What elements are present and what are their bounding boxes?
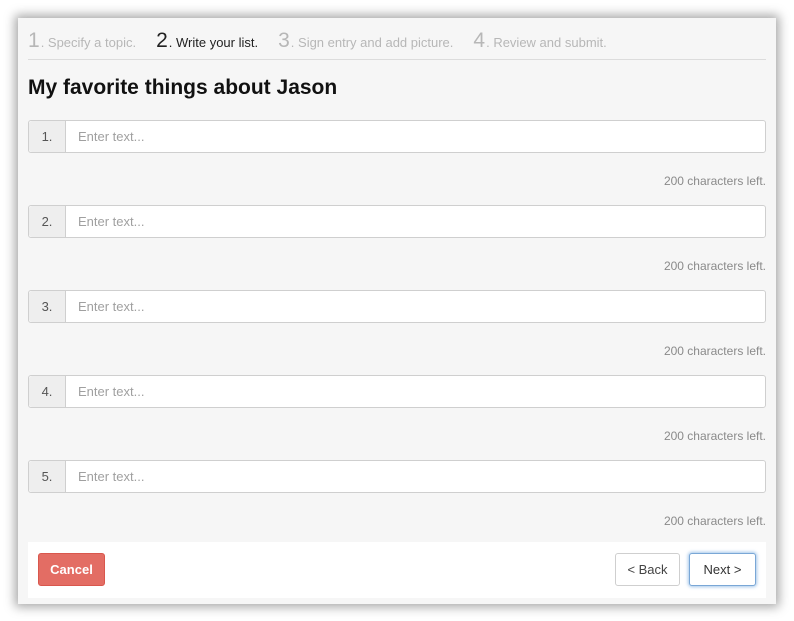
page-title: My favorite things about Jason: [28, 76, 338, 99]
list-item-number: 2.: [29, 206, 66, 237]
step-sign-entry: 3 . Sign entry and add picture.: [278, 29, 453, 53]
step-label: . Write your list.: [168, 35, 259, 50]
list-item-number: 5.: [29, 461, 66, 492]
list-item-input[interactable]: [66, 461, 765, 492]
cancel-button[interactable]: Cancel: [38, 553, 105, 586]
characters-left-counter: 200 characters left.: [663, 344, 766, 358]
step-label: . Sign entry and add picture.: [290, 35, 454, 50]
list-item-input[interactable]: [66, 206, 765, 237]
step-label: . Specify a topic.: [40, 35, 137, 50]
list-items: 1. 200 characters left. 2. 200 character…: [28, 120, 766, 545]
list-item-input[interactable]: [66, 376, 765, 407]
step-write-list: 2 . Write your list.: [156, 29, 258, 53]
step-number: 3: [278, 29, 290, 52]
list-item-input[interactable]: [66, 121, 765, 152]
list-item-input-group: 3.: [28, 290, 766, 323]
list-item-input-group: 2.: [28, 205, 766, 238]
list-item: 3. 200 characters left.: [28, 290, 766, 375]
step-label: . Review and submit.: [486, 35, 607, 50]
list-item: 1. 200 characters left.: [28, 120, 766, 205]
list-item-input-group: 4.: [28, 375, 766, 408]
list-item-number: 1.: [29, 121, 66, 152]
list-item: 4. 200 characters left.: [28, 375, 766, 460]
list-item-input[interactable]: [66, 291, 765, 322]
step-review-submit: 4 . Review and submit.: [473, 29, 606, 53]
step-number: 2: [156, 29, 168, 52]
list-item-number: 3.: [29, 291, 66, 322]
list-item-number: 4.: [29, 376, 66, 407]
step-specify-topic: 1 . Specify a topic.: [28, 29, 136, 53]
characters-left-counter: 200 characters left.: [663, 514, 766, 528]
wizard-steps: 1 . Specify a topic. 2 . Write your list…: [28, 29, 766, 60]
list-item: 2. 200 characters left.: [28, 205, 766, 290]
characters-left-counter: 200 characters left.: [663, 259, 766, 273]
footer-bar: Cancel < Back Next >: [28, 542, 766, 598]
back-button[interactable]: < Back: [615, 553, 680, 586]
list-item-input-group: 1.: [28, 120, 766, 153]
step-number: 4: [473, 29, 486, 52]
characters-left-counter: 200 characters left.: [663, 429, 766, 443]
wizard-window: 1 . Specify a topic. 2 . Write your list…: [18, 18, 776, 604]
step-number: 1: [28, 29, 40, 52]
list-item: 5. 200 characters left.: [28, 460, 766, 545]
next-button[interactable]: Next >: [689, 553, 756, 586]
characters-left-counter: 200 characters left.: [663, 174, 766, 188]
list-item-input-group: 5.: [28, 460, 766, 493]
